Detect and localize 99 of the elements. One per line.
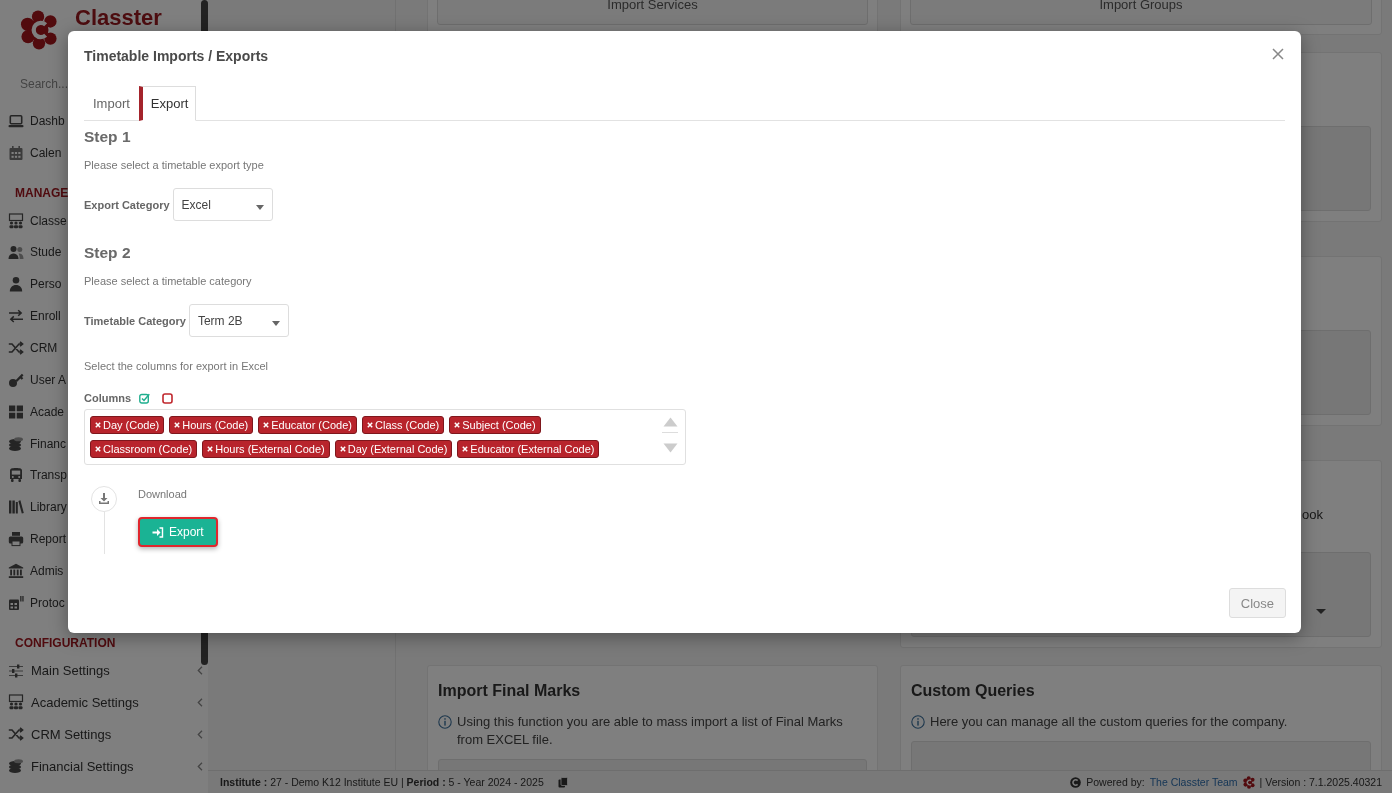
calendar-icon — [8, 144, 24, 161]
hint-text: Please select a timetable category — [84, 274, 252, 289]
remove-icon[interactable] — [263, 422, 270, 428]
team-link[interactable]: The Classter Team — [1149, 776, 1238, 788]
bank-icon — [8, 562, 24, 579]
users-icon — [8, 244, 24, 261]
tab[interactable]: Export — [138, 86, 197, 121]
remove-icon[interactable] — [174, 422, 181, 428]
status-text: Powered by: — [1086, 776, 1145, 788]
remove-icon[interactable] — [207, 446, 214, 452]
info-text: Using this function you are able to mass import a list of Final Marks from EXCEL file. — [457, 713, 844, 749]
sidebar-item[interactable]: CRM Settings — [0, 718, 208, 751]
info-icon — [438, 715, 452, 729]
step-heading: Step 2 — [84, 243, 131, 263]
bus-icon — [8, 467, 24, 484]
export-button[interactable]: Export — [138, 517, 218, 547]
status-text: Institute : 27 - Demo K12 Institute EU | Period : 5 - Year 2024 - 2025 — [220, 776, 544, 788]
caret-icon — [255, 204, 264, 210]
sidebar-item[interactable]: Report — [0, 523, 67, 555]
select-field[interactable]: Term 2B — [188, 304, 289, 337]
field-label: Export Category — [84, 198, 170, 211]
version-text: | Version : 7.1.2025.40321 — [1259, 776, 1382, 788]
close-icon[interactable] — [1272, 48, 1284, 60]
column-tag[interactable]: Day (Code) — [90, 416, 165, 434]
sidebar-item[interactable]: Admis — [0, 554, 64, 587]
remove-icon[interactable] — [95, 422, 101, 428]
sidebar-item[interactable]: Main Settings — [0, 654, 208, 687]
card-title: Custom Queries — [911, 681, 1035, 701]
step-heading: Step 1 — [84, 127, 131, 147]
remove-icon[interactable] — [454, 422, 461, 428]
books-icon — [8, 499, 24, 516]
remove-icon[interactable] — [95, 446, 101, 452]
planner-icon — [8, 594, 24, 611]
caret-icon — [1316, 609, 1326, 614]
circle-c-icon — [1070, 776, 1082, 788]
coins-icon — [8, 758, 24, 775]
logo-icon — [20, 10, 58, 50]
remove-icon[interactable] — [367, 422, 373, 428]
remove-icon[interactable] — [339, 446, 346, 452]
hint-text: Please select a timetable export type — [84, 158, 264, 173]
column-tag[interactable]: Class (Code) — [362, 416, 445, 434]
column-tag[interactable]: Hours (Code) — [169, 416, 254, 434]
columns-field[interactable]: Day (Code) Hours (Code) Educator (Code) Class (Code) Subject (Code) Classroom (Code) Hours (External Code) Day (External Code) Educator (External Code) — [84, 409, 686, 465]
check-square-icon[interactable] — [139, 392, 151, 404]
key-icon — [8, 371, 24, 388]
section-heading: CONFIGURATION — [14, 634, 116, 652]
sidebar-item[interactable]: User A — [0, 363, 66, 396]
sidebar-item[interactable]: Protoc — [0, 586, 65, 619]
select-field[interactable]: Excel — [172, 188, 273, 221]
logo-icon — [1242, 775, 1255, 789]
section-heading: MANAGE — [14, 184, 69, 202]
column-tag[interactable]: Hours (External Code) — [202, 440, 330, 458]
import-button[interactable]: Import Services — [437, 0, 868, 25]
copy-icon[interactable] — [557, 776, 568, 788]
laptop-icon — [8, 112, 24, 129]
column-tag[interactable]: Educator (Code) — [258, 416, 357, 434]
sign-in-icon — [152, 526, 164, 538]
shuffle-icon — [8, 726, 24, 743]
sidebar-item[interactable]: Perso — [0, 268, 62, 301]
remove-icon[interactable] — [462, 446, 469, 452]
caret-icon — [271, 320, 280, 326]
sidebar-item[interactable]: Financ — [0, 427, 67, 460]
sidebar-item[interactable]: Financial Settings — [0, 750, 208, 783]
field-label: Timetable Category — [84, 314, 186, 327]
classroom-icon — [8, 694, 24, 711]
coins-icon — [8, 435, 24, 452]
sidebar-item[interactable]: Acade — [0, 395, 65, 428]
card-title: Import Final Marks — [438, 681, 581, 701]
sliders-icon — [8, 662, 24, 679]
square-icon[interactable] — [162, 392, 174, 404]
column-tag[interactable]: Classroom (Code) — [90, 440, 198, 458]
column-tag[interactable]: Educator (External Code) — [457, 440, 600, 458]
sidebar-item[interactable]: Calen — [0, 136, 62, 169]
card-text: ook — [1302, 506, 1323, 524]
info-text: Here you can manage all the custom queries for the company. — [930, 713, 1288, 731]
column-tag[interactable]: Subject (Code) — [449, 416, 541, 434]
classroom-icon — [8, 212, 24, 229]
shuffle-icon — [8, 340, 24, 356]
sidebar-item[interactable]: Library — [0, 491, 67, 524]
sidebar-item[interactable]: Transp — [0, 459, 67, 492]
printer-icon — [8, 531, 24, 548]
sidebar-item[interactable]: Stude — [0, 236, 62, 269]
sidebar-item[interactable]: Classe — [0, 204, 67, 237]
user-icon — [8, 276, 24, 293]
grid-icon — [8, 403, 24, 420]
arrows-icon — [8, 308, 24, 325]
sidebar-item[interactable]: Enroll — [0, 300, 61, 333]
import-button[interactable]: Import Groups — [910, 0, 1372, 25]
sidebar-item[interactable]: Dashb — [0, 105, 65, 137]
info-icon — [911, 715, 925, 729]
close-button[interactable]: Close — [1228, 588, 1286, 618]
hint-text: Select the columns for export in Excel — [84, 359, 269, 374]
download-label: Download — [138, 487, 187, 502]
modal-title: Timetable Imports / Exports — [84, 48, 269, 64]
sidebar-item[interactable]: CRM — [0, 332, 58, 364]
field-label: Columns — [84, 392, 132, 404]
sidebar-item[interactable]: Academic Settings — [0, 686, 208, 719]
logo-text: Classter — [75, 6, 162, 30]
column-tag[interactable]: Day (External Code) — [334, 440, 453, 458]
